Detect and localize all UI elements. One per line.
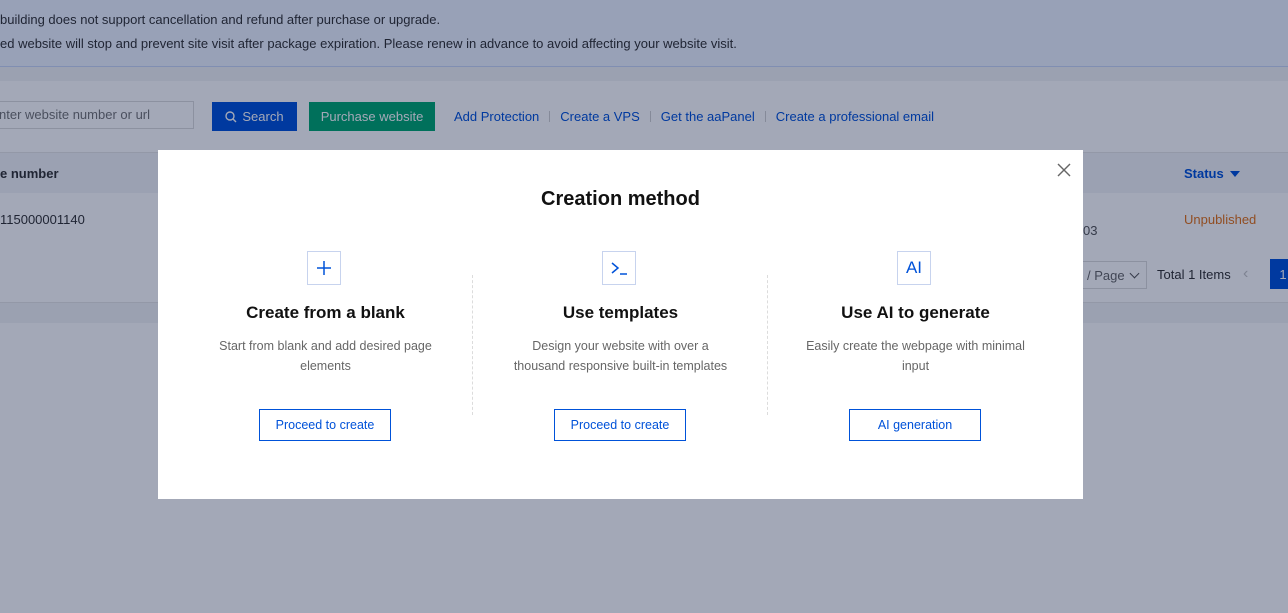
ai-generation-button[interactable]: AI generation [849,409,981,441]
option-templates: Use templates Design your website with o… [473,251,768,451]
close-icon[interactable] [1055,161,1073,179]
option-description: Start from blank and add desired page el… [219,339,432,373]
option-blank: Create from a blank Start from blank and… [178,251,473,451]
creation-method-dialog: Creation method Create from a blank Star… [158,150,1083,499]
option-description: Easily create the webpage with minimal i… [806,339,1025,373]
plus-icon [307,251,341,285]
proceed-blank-button[interactable]: Proceed to create [259,409,391,441]
option-title: Use AI to generate [841,303,990,322]
dialog-title: Creation method [541,188,700,210]
option-title: Create from a blank [246,303,405,322]
terminal-icon [602,251,636,285]
proceed-templates-button[interactable]: Proceed to create [554,409,686,441]
option-ai: AI Use AI to generate Easily create the … [768,251,1063,451]
option-title: Use templates [562,303,679,322]
ai-icon: AI [897,251,931,285]
option-description: Design your website with over a thousand… [513,339,728,373]
